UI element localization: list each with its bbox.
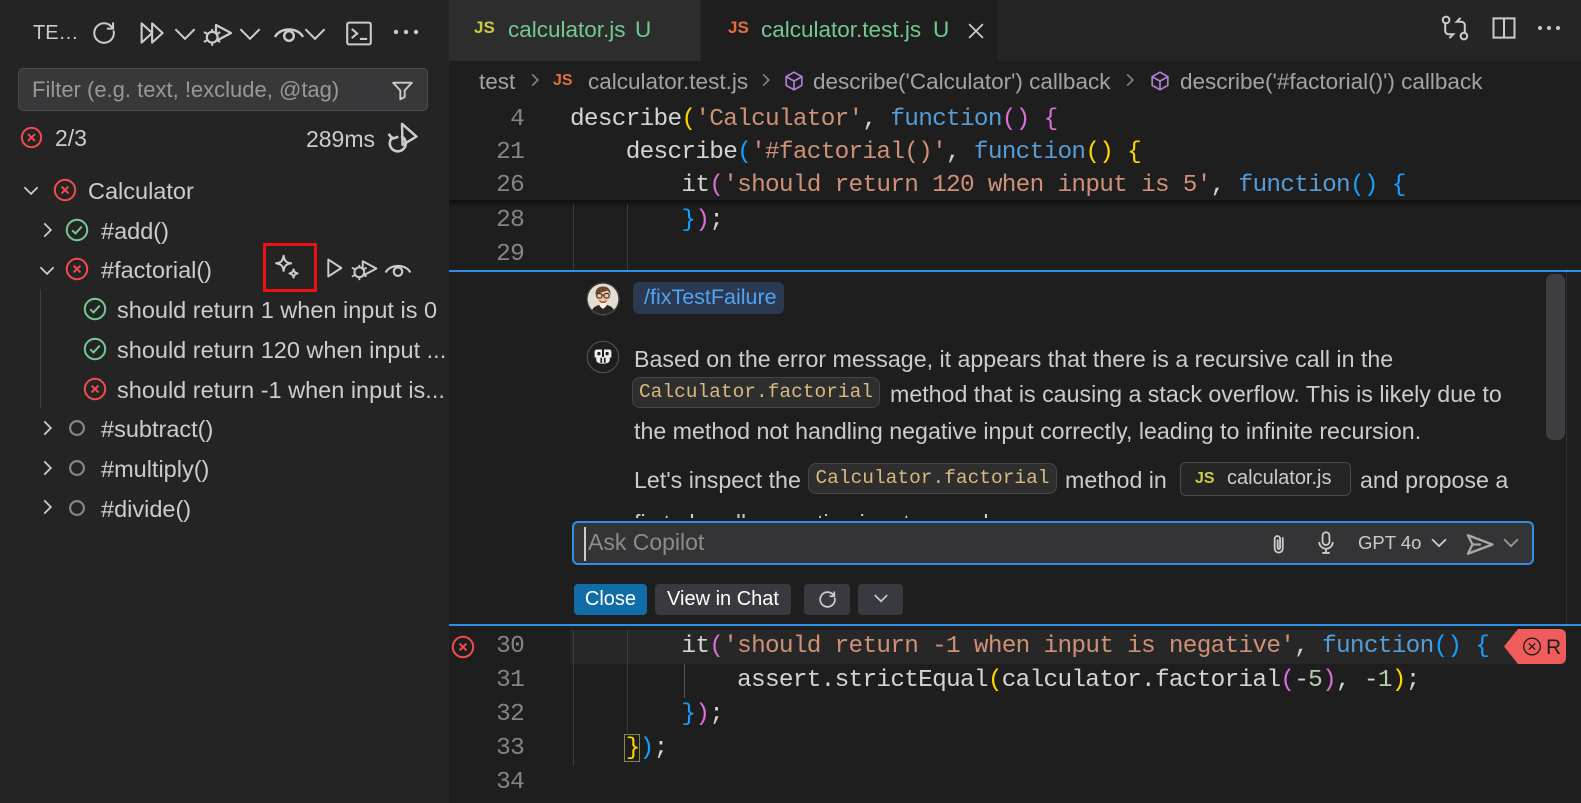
svg-text:R: R bbox=[1546, 636, 1561, 659]
